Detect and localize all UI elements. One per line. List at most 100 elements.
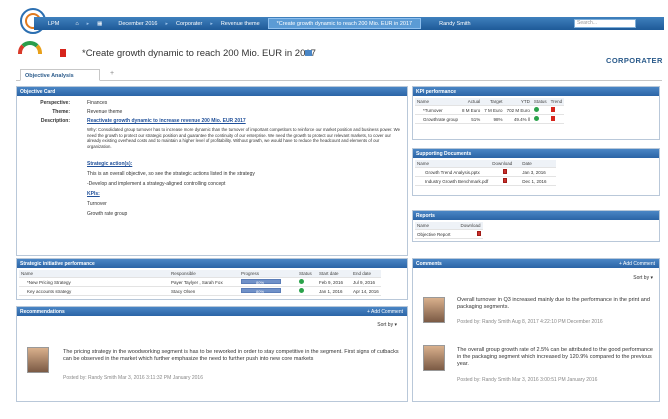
perspective-label: Perspective:: [40, 100, 70, 106]
col-status: Status: [531, 98, 549, 106]
reports-table: Name Download Objective Report: [415, 222, 483, 239]
download-icon[interactable]: [476, 231, 481, 236]
comment-meta: Posted by: Randy Smith Mar 3, 2016 3:00:…: [457, 377, 598, 383]
sort-label: Sort by: [377, 322, 394, 328]
kpi-name[interactable]: *Turnover: [415, 105, 461, 115]
kpi-turnover: Turnover: [87, 201, 107, 207]
col-responsible: Responsible: [169, 270, 239, 278]
search-input[interactable]: Search...: [574, 19, 636, 28]
nav-item-org[interactable]: Corporater: [168, 17, 210, 30]
panel-header: Strategic initiative performance: [17, 259, 407, 268]
supporting-documents-panel: Supporting Documents Name Download Date …: [412, 148, 660, 196]
initiative-responsible: Payer Taylyer , Sarah Fox: [169, 277, 239, 287]
panel-header: Objective Card: [17, 87, 407, 96]
add-comment-button[interactable]: + Add Comment: [619, 261, 655, 267]
table-header: Name Download Date: [415, 160, 557, 168]
description-link[interactable]: Reactivate growth dynamic to increase re…: [87, 118, 246, 124]
user-menu[interactable]: Randy Smith: [431, 17, 479, 30]
table-row[interactable]: Industry Growth Benchmark.pdf Dec 1, 201…: [415, 176, 557, 186]
nav-item-theme[interactable]: Revenue theme: [213, 17, 268, 30]
initiative-name[interactable]: Key accounts strategy: [19, 286, 169, 296]
col-ytd: YTD: [504, 98, 532, 106]
panel-header: Recommendations + Add Comment: [17, 307, 407, 316]
table-row[interactable]: *New Pricing Strategy Payer Taylyer , Sa…: [19, 277, 381, 287]
table-row[interactable]: Growthrate group 51% 98% 49.4% ll: [415, 114, 565, 124]
kpis-label: KPIs:: [87, 191, 100, 197]
panel-header: KPI performance: [413, 87, 659, 96]
comment-meta: Posted by: Randy Smith Aug 8, 2017 4:22:…: [457, 319, 603, 325]
recommendation-text: The pricing strategy in the woodworking …: [63, 349, 399, 362]
panel-header: Comments + Add Comment: [413, 259, 659, 268]
kpi-growth: Growth rate group: [87, 211, 128, 217]
kpi-actual: 51%: [460, 114, 483, 124]
recommendations-panel: Recommendations + Add Comment Sort by ▾ …: [16, 306, 408, 402]
sort-dropdown[interactable]: Sort by ▾: [377, 322, 397, 328]
status-icon: [533, 107, 539, 112]
table-row[interactable]: *Turnover 8 M Euro 7 M Euro 702 M Euro: [415, 105, 565, 115]
strategic-actions-label: Strategic action(s):: [87, 161, 133, 167]
document-date: Jan 3, 2016: [520, 167, 557, 177]
initiative-performance-panel: Strategic initiative performance Name Re…: [16, 258, 408, 300]
top-navbar: LPM ⌂ ▸ ▦ December 2016 ▸ Corporater ▸ R…: [34, 17, 664, 30]
status-icon: [299, 279, 304, 284]
mail-icon[interactable]: [305, 50, 312, 56]
col-target: Target: [482, 98, 505, 106]
theme-value: Revenue theme: [87, 109, 123, 115]
panel-title: Strategic initiative performance: [20, 260, 95, 267]
table-row[interactable]: Growth Trend Analysis.pptx Jan 3, 2016: [415, 167, 557, 177]
add-tab-button[interactable]: +: [110, 70, 114, 77]
panel-title: KPI performance: [416, 88, 457, 95]
add-comment-label: Add Comment: [371, 308, 403, 315]
description-text: Why: Consolidated group turnover has to …: [87, 127, 401, 149]
col-end: End date: [351, 270, 381, 278]
col-trend: Trend: [548, 98, 565, 106]
status-icon: [533, 116, 539, 121]
table-row[interactable]: Key accounts strategy Stacy Olsen 80% Ja…: [19, 286, 381, 296]
document-date: Dec 1, 2016: [520, 176, 557, 186]
progress-bar: 80%: [241, 288, 281, 294]
table-row[interactable]: Objective Report: [415, 229, 483, 239]
trend-icon: [550, 116, 555, 121]
start-date: Jan 1, 2016: [317, 286, 351, 296]
download-icon[interactable]: [503, 169, 508, 174]
org-icon[interactable]: ▦: [89, 17, 110, 30]
kpi-actual: 8 M Euro: [460, 105, 483, 115]
home-icon[interactable]: ⌂: [67, 17, 86, 30]
panel-title: Comments: [416, 260, 442, 267]
download-icon[interactable]: [503, 178, 508, 183]
trend-flag-icon: [60, 49, 66, 57]
table-header: Name Download: [415, 222, 483, 230]
initiative-table: Name Responsible Progress Status Start d…: [19, 270, 381, 296]
end-date: Apr 14, 2016: [351, 286, 381, 296]
start-date: Feb 9, 2016: [317, 277, 351, 287]
nav-brand[interactable]: LPM: [34, 17, 67, 30]
tab-objective-analysis[interactable]: Objective Analysis: [20, 69, 100, 81]
col-date: Date: [520, 160, 557, 168]
panel-title: Reports: [416, 212, 435, 219]
documents-table: Name Download Date Growth Trend Analysis…: [415, 160, 557, 186]
page-title: *Create growth dynamic to reach 200 Mio.…: [82, 48, 316, 59]
avatar: [27, 347, 49, 373]
nav-item-period[interactable]: December 2016: [110, 17, 165, 30]
tab-label: Objective Analysis: [25, 73, 74, 79]
status-icon: [299, 288, 304, 293]
kpi-name[interactable]: Growthrate group: [415, 114, 461, 124]
col-name: Name: [415, 98, 461, 106]
strategic-text-1: This is an overall objective, so see the…: [87, 171, 255, 177]
kpi-performance-panel: KPI performance Name Actual Target YTD S…: [412, 86, 660, 140]
comment-text: The overall group growth rate of 2.5% ca…: [457, 347, 653, 367]
sort-label: Sort by: [633, 275, 650, 281]
document-name[interactable]: Industry Growth Benchmark.pdf: [415, 176, 491, 186]
description-label: Description:: [40, 118, 70, 124]
report-name[interactable]: Objective Report: [415, 229, 453, 239]
nav-item-objective[interactable]: *Create growth dynamic to reach 200 Mio.…: [267, 18, 422, 29]
sort-dropdown[interactable]: Sort by ▾: [633, 275, 653, 281]
add-comment-label: Add Comment: [623, 260, 655, 267]
panel-title: Objective Card: [20, 88, 56, 95]
document-name[interactable]: Growth Trend Analysis.pptx: [415, 167, 491, 177]
end-date: Jul 9, 2016: [351, 277, 381, 287]
initiative-name[interactable]: *New Pricing Strategy: [19, 277, 169, 287]
kpi-table: Name Actual Target YTD Status Trend *Tur…: [415, 98, 565, 124]
add-comment-button[interactable]: + Add Comment: [367, 309, 403, 315]
theme-label: Theme:: [52, 109, 70, 115]
